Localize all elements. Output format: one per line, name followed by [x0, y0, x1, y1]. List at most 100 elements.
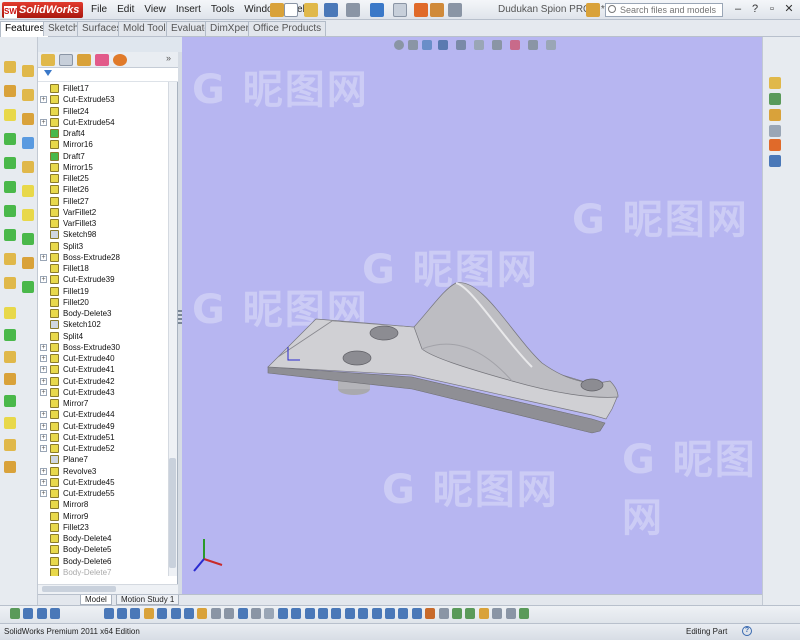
lofted-boss-icon[interactable] — [22, 89, 34, 101]
revolved-boss-icon[interactable] — [22, 65, 34, 77]
stretch-entities-icon[interactable] — [331, 608, 342, 619]
feature-tree-item[interactable]: + Cut-Extrude52 — [38, 443, 168, 454]
new-document-icon[interactable] — [284, 3, 298, 17]
layout-icon[interactable] — [492, 608, 503, 619]
feature-tree-item[interactable]: Mirror7 — [38, 398, 168, 409]
rotate-entities-icon[interactable] — [291, 608, 302, 619]
feature-tree-item[interactable]: Fillet24 — [38, 106, 168, 117]
expand-icon[interactable]: + — [40, 355, 47, 362]
expand-icon[interactable]: + — [40, 366, 47, 374]
feature-tree-item[interactable]: + Cut-Extrude53 — [38, 94, 168, 105]
feature-tree-item[interactable]: Fillet20 — [38, 297, 168, 308]
expand-icon[interactable]: + — [40, 445, 47, 452]
feature-tree-item[interactable]: + Revolve3 — [38, 466, 168, 477]
solidworks-resources-icon[interactable] — [586, 3, 600, 17]
design-library-tab-icon[interactable] — [769, 93, 781, 105]
split-line-icon[interactable] — [4, 351, 16, 363]
minimize-button[interactable]: – — [731, 3, 745, 16]
rectangle-tool-icon[interactable] — [36, 608, 47, 619]
feature-tree-item[interactable]: + Boss-Extrude28 — [38, 252, 168, 263]
open-folder-icon[interactable] — [304, 3, 318, 17]
feature-tree-item[interactable]: + Cut-Extrude40 — [38, 353, 168, 364]
expand-icon[interactable]: + — [40, 388, 47, 396]
boundary-boss-icon[interactable] — [4, 109, 16, 121]
feature-tree-item[interactable]: Plane7 — [38, 454, 168, 465]
draft-tool-icon[interactable] — [22, 209, 34, 221]
convert-entities-icon[interactable] — [237, 608, 248, 619]
rib-icon[interactable] — [4, 205, 16, 217]
feature-tree-item[interactable]: + Cut-Extrude45 — [38, 477, 168, 488]
close-button[interactable]: ✕ — [782, 3, 796, 16]
menu-file[interactable]: File — [86, 0, 112, 20]
shell-icon[interactable] — [4, 229, 16, 241]
linear-pattern-icon[interactable] — [22, 185, 34, 197]
menu-tools[interactable]: Tools — [206, 0, 239, 20]
help-icon[interactable]: ? — [742, 626, 752, 636]
feature-tree-item[interactable]: Body-Delete3 — [38, 308, 168, 319]
repair-sketch-icon[interactable] — [425, 608, 436, 619]
section-view-icon[interactable] — [438, 40, 448, 50]
previous-view-icon[interactable] — [422, 40, 432, 50]
feature-tree-item[interactable]: Sketch98 — [38, 229, 168, 240]
sketch-picture-icon[interactable] — [478, 608, 489, 619]
expand-icon[interactable]: + — [40, 467, 47, 475]
rapid-sketch-icon[interactable] — [452, 608, 462, 619]
feature-tree-item[interactable]: Draft7 — [38, 151, 168, 162]
search-input[interactable] — [605, 3, 723, 17]
expand-icon[interactable]: + — [40, 343, 47, 351]
feature-tree-item[interactable]: + Cut-Extrude39 — [38, 274, 168, 285]
polygon-tool-icon[interactable] — [371, 608, 382, 619]
scale-icon[interactable] — [4, 417, 16, 429]
feature-tree-item[interactable]: Body-Delete6 — [38, 556, 168, 567]
expand-panel-icon[interactable]: » — [166, 53, 171, 63]
construction-geometry-icon[interactable] — [251, 608, 261, 619]
swept-cut-icon[interactable] — [4, 157, 16, 169]
chamfer-sketch-icon[interactable] — [358, 608, 369, 619]
point-tool-icon[interactable] — [130, 608, 141, 619]
display-manager-tab-icon[interactable] — [113, 54, 127, 66]
dimxpert-manager-tab-icon[interactable] — [95, 54, 109, 66]
feature-tree-item[interactable]: VarFillet3 — [38, 218, 168, 229]
feature-tree-item[interactable]: Draft4 — [38, 128, 168, 139]
feature-tree-item[interactable]: Split3 — [38, 241, 168, 252]
hide-show-items-icon[interactable] — [492, 40, 502, 50]
expand-icon[interactable]: + — [40, 253, 47, 261]
apply-scene-icon[interactable] — [528, 40, 538, 50]
feature-tree-item[interactable]: VarFillet2 — [38, 207, 168, 218]
zoom-to-fit-icon[interactable] — [394, 40, 404, 50]
expand-icon[interactable]: + — [40, 96, 47, 104]
3d-sketch-icon[interactable] — [465, 608, 476, 619]
add-relation-icon[interactable] — [210, 608, 221, 619]
combine-icon[interactable] — [4, 395, 16, 407]
curves-icon[interactable] — [22, 281, 34, 293]
feature-tree-item[interactable]: + Cut-Extrude54 — [38, 117, 168, 128]
help-dropdown-icon[interactable]: ? — [748, 3, 762, 16]
reference-geometry-icon[interactable] — [4, 277, 16, 289]
save-icon[interactable] — [324, 3, 338, 17]
extruded-boss-icon[interactable] — [4, 61, 16, 73]
expand-icon[interactable]: + — [40, 478, 47, 486]
wrap-icon[interactable] — [22, 233, 34, 245]
solidworks-resources-tab-icon[interactable] — [769, 77, 781, 89]
feature-tree-item[interactable]: Fillet27 — [38, 196, 168, 207]
property-manager-tab-icon[interactable] — [59, 54, 73, 66]
circle-tool-icon[interactable] — [50, 608, 61, 619]
part-model[interactable] — [182, 37, 762, 594]
feature-tree-item[interactable]: Mirror8 — [38, 499, 168, 510]
feature-tree-item[interactable]: Body-Delete5 — [38, 544, 168, 555]
custom-properties-tab-icon[interactable] — [769, 155, 781, 167]
intersect-icon[interactable] — [4, 373, 16, 385]
display-relations-icon[interactable] — [224, 608, 235, 619]
swept-boss-icon[interactable] — [4, 85, 16, 97]
feature-tree-item[interactable]: + Cut-Extrude44 — [38, 409, 168, 420]
feature-tree-item[interactable]: + Cut-Extrude49 — [38, 421, 168, 432]
dimxpert-icon[interactable] — [519, 608, 529, 619]
feature-tree-item[interactable]: + Cut-Extrude42 — [38, 376, 168, 387]
feature-tree-item[interactable]: + Cut-Extrude55 — [38, 488, 168, 499]
arc-tool-icon[interactable] — [103, 608, 114, 619]
mirror-entities-icon[interactable] — [184, 608, 194, 619]
file-properties-icon[interactable] — [430, 3, 444, 17]
move-entities-icon[interactable] — [277, 608, 288, 619]
slot-tool-icon[interactable] — [398, 608, 409, 619]
tree-filter-bar[interactable] — [38, 68, 178, 82]
